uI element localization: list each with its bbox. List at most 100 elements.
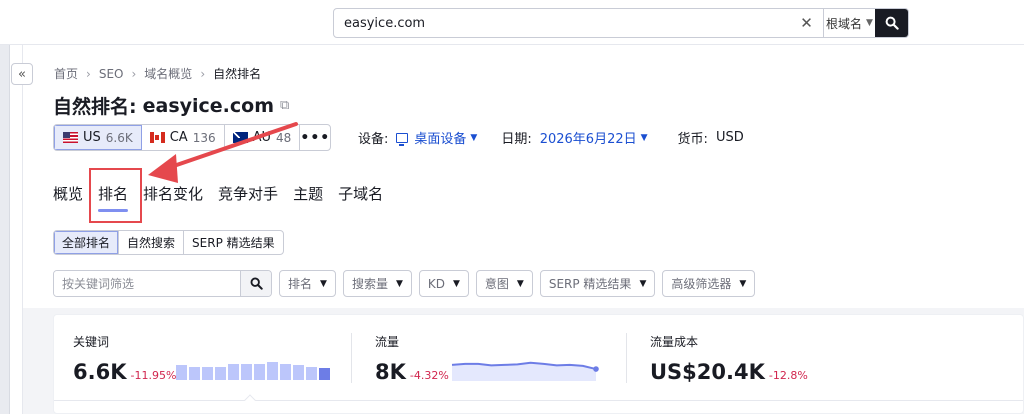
tab-competitors[interactable]: 竞争对手 bbox=[218, 183, 278, 213]
date-label: 日期: bbox=[501, 132, 532, 147]
highlight-box bbox=[89, 168, 142, 223]
chevron-down-icon: ▼ bbox=[640, 132, 648, 143]
trend-bar bbox=[176, 365, 187, 380]
database-chip-us[interactable]: US 6.6K bbox=[54, 125, 142, 150]
page-title: 自然排名: easyice.com ⧉ bbox=[53, 92, 289, 119]
trend-bar bbox=[228, 364, 239, 380]
more-icon: ••• bbox=[300, 129, 331, 146]
keywords-trend-bars bbox=[176, 358, 330, 380]
search-scope-select[interactable]: 根域名 ▼ bbox=[823, 9, 875, 37]
chevron-right-icon: › bbox=[131, 66, 137, 81]
us-flag-icon bbox=[63, 132, 78, 143]
trend-bar bbox=[280, 364, 291, 380]
desktop-icon bbox=[396, 132, 409, 146]
filter-label: 排名 bbox=[288, 277, 313, 291]
database-chip-au[interactable]: AU 48 bbox=[225, 125, 301, 150]
metric-label: 流量成本 bbox=[650, 335, 699, 349]
more-databases-button[interactable]: ••• bbox=[300, 125, 330, 150]
search-button[interactable] bbox=[875, 9, 908, 37]
filter-label: 高级筛选器 bbox=[671, 277, 732, 291]
filter-volume[interactable]: 搜索量 ▼ bbox=[342, 270, 412, 297]
breadcrumb-current: 自然排名 bbox=[213, 67, 262, 81]
metric-delta: -4.32% bbox=[409, 369, 449, 382]
currency-label: 货币: bbox=[677, 132, 708, 147]
chevron-down-icon: ▼ bbox=[395, 278, 403, 289]
filter-label: SERP 精选结果 bbox=[548, 277, 632, 291]
database-chip-ca[interactable]: CA 136 bbox=[142, 125, 225, 150]
breadcrumb-item-home[interactable]: 首页 bbox=[54, 65, 78, 82]
device-select[interactable]: 桌面设备 ▼ bbox=[396, 128, 477, 147]
subtab-serp-features[interactable]: SERP 精选结果 bbox=[184, 231, 283, 254]
collapse-sidebar-button[interactable]: « bbox=[11, 63, 33, 85]
search-scope-label: 根域名 bbox=[826, 16, 863, 31]
trend-bar bbox=[202, 366, 213, 380]
chevron-down-icon: ▼ bbox=[739, 278, 747, 289]
au-flag-icon bbox=[232, 132, 248, 143]
domain-search-input[interactable] bbox=[334, 9, 790, 37]
filter-intent[interactable]: 意图 ▼ bbox=[475, 270, 533, 297]
summary-card: 关键词 6.6K -11.95% 流量 8K -4.32% 流量成本 US$20… bbox=[53, 314, 1024, 414]
breadcrumb-item-domain-overview[interactable]: 域名概览 bbox=[144, 65, 192, 82]
keyword-filter-input[interactable] bbox=[54, 271, 240, 296]
domain-search-box: ✕ 根域名 ▼ bbox=[333, 8, 909, 38]
breadcrumb-item-seo[interactable]: SEO bbox=[99, 67, 124, 81]
tab-ranking-changes[interactable]: 排名变化 bbox=[143, 183, 203, 213]
subtab-organic[interactable]: 自然搜索 bbox=[119, 231, 185, 254]
filter-label: 搜索量 bbox=[351, 277, 388, 291]
metric-label: 流量 bbox=[375, 335, 400, 349]
database-selector: US 6.6K CA 136 AU 48 ••• bbox=[53, 124, 332, 151]
trend-bar bbox=[189, 366, 200, 380]
database-code: US bbox=[83, 130, 101, 145]
card-divider bbox=[54, 400, 1023, 401]
keyword-filter bbox=[53, 270, 272, 297]
chevron-down-icon: ▼ bbox=[452, 278, 460, 289]
trend-bar bbox=[293, 365, 304, 380]
device-label: 设备: bbox=[358, 132, 389, 147]
metric-traffic[interactable]: 流量 8K -4.32% bbox=[375, 333, 449, 384]
metric-divider bbox=[626, 333, 627, 383]
trend-bar bbox=[215, 366, 226, 380]
metric-value: 8K bbox=[375, 360, 406, 384]
card-pointer bbox=[244, 394, 256, 406]
report-settings: 设备: 桌面设备 ▼ 日期: 2026年6月22日 ▼ 货币: USD bbox=[358, 128, 744, 147]
database-code: CA bbox=[169, 130, 188, 145]
tab-subdomains[interactable]: 子域名 bbox=[338, 183, 383, 213]
clear-search-icon[interactable]: ✕ bbox=[790, 9, 823, 37]
chevron-down-icon: ▼ bbox=[516, 278, 524, 289]
metric-keywords[interactable]: 关键词 6.6K -11.95% bbox=[73, 333, 176, 384]
search-icon bbox=[885, 16, 899, 30]
metric-value: US$20.4K bbox=[650, 360, 765, 384]
filter-serp-features[interactable]: SERP 精选结果 ▼ bbox=[539, 270, 656, 297]
chevron-down-icon: ▼ bbox=[639, 278, 647, 289]
metric-delta: -11.95% bbox=[130, 369, 177, 382]
tab-topics[interactable]: 主题 bbox=[293, 183, 323, 213]
ca-flag-icon bbox=[149, 132, 165, 143]
keyword-filter-search-button[interactable] bbox=[240, 271, 271, 296]
filter-kd[interactable]: KD ▼ bbox=[418, 270, 469, 297]
filter-label: KD bbox=[427, 276, 445, 291]
subtab-all-positions[interactable]: 全部排名 bbox=[54, 231, 120, 254]
date-value: 2026年6月22日 bbox=[539, 132, 637, 147]
tab-overview[interactable]: 概览 bbox=[53, 183, 83, 213]
trend-bar bbox=[319, 367, 330, 380]
chevron-right-icon: › bbox=[86, 66, 91, 81]
chevron-right-icon: › bbox=[200, 66, 206, 81]
position-type-tabs: 全部排名 自然搜索 SERP 精选结果 bbox=[53, 230, 284, 255]
metric-label: 关键词 bbox=[73, 335, 110, 349]
double-chevron-left-icon: « bbox=[18, 66, 26, 82]
database-code: AU bbox=[252, 130, 272, 145]
chevron-down-icon: ▼ bbox=[470, 132, 478, 143]
chevron-down-icon: ▼ bbox=[320, 278, 327, 289]
external-link-icon[interactable]: ⧉ bbox=[280, 98, 289, 113]
metric-divider bbox=[351, 333, 352, 383]
date-select[interactable]: 2026年6月22日 ▼ bbox=[540, 128, 648, 147]
page-title-domain[interactable]: easyice.com bbox=[143, 95, 274, 117]
filter-position[interactable]: 排名 ▼ bbox=[279, 270, 336, 297]
database-count: 48 bbox=[276, 130, 292, 145]
filter-advanced[interactable]: 高级筛选器 ▼ bbox=[662, 270, 756, 297]
chevron-down-icon: ▼ bbox=[866, 18, 873, 28]
page-title-prefix: 自然排名: bbox=[53, 96, 137, 118]
metric-delta: -12.8% bbox=[768, 369, 808, 382]
metric-traffic-cost[interactable]: 流量成本 US$20.4K -12.8% bbox=[650, 333, 808, 384]
breadcrumb: 首页 › SEO › 域名概览 › 自然排名 bbox=[54, 65, 261, 82]
